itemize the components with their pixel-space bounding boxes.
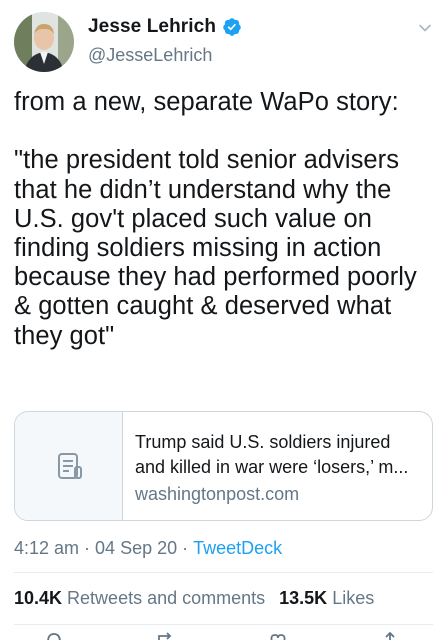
- tweet-text: from a new, separate WaPo story: "the pr…: [14, 88, 417, 350]
- action-bar: [0, 632, 447, 640]
- tweet-source-link[interactable]: TweetDeck: [193, 538, 282, 559]
- tweet-metadata: 4:12 am · 04 Sep 20 · TweetDeck: [14, 538, 282, 559]
- tweet-time[interactable]: 4:12 am: [14, 538, 79, 559]
- card-thumbnail: [15, 412, 123, 520]
- document-icon: [57, 453, 82, 479]
- likes-label[interactable]: Likes: [332, 588, 374, 609]
- card-domain: washingtonpost.com: [135, 484, 300, 504]
- profile-photo-icon: [14, 12, 74, 72]
- author-name-row: Jesse Lehrich: [88, 16, 242, 38]
- divider: [14, 572, 433, 573]
- author-handle[interactable]: @JesseLehrich: [88, 45, 212, 66]
- chevron-down-icon[interactable]: [417, 20, 433, 36]
- reply-icon[interactable]: [44, 632, 64, 640]
- likes-count[interactable]: 13.5K: [279, 588, 327, 609]
- meta-separator: ·: [182, 538, 189, 558]
- verified-badge-icon: [223, 18, 241, 36]
- retweet-icon[interactable]: [156, 632, 176, 640]
- retweets-count[interactable]: 10.4K: [14, 588, 62, 609]
- divider: [14, 624, 433, 625]
- card-title[interactable]: Trump said U.S. soldiers injured and kil…: [135, 430, 420, 480]
- like-icon[interactable]: [268, 632, 288, 640]
- tweet-date[interactable]: 04 Sep 20: [95, 538, 177, 559]
- avatar[interactable]: [14, 12, 74, 72]
- retweets-label[interactable]: Retweets and comments: [67, 588, 265, 609]
- tweet-header: Jesse Lehrich @JesseLehrich: [0, 0, 447, 80]
- tweet-stats: 10.4K Retweets and comments 13.5K Likes: [14, 588, 374, 609]
- author-display-name[interactable]: Jesse Lehrich: [88, 16, 216, 38]
- meta-separator: ·: [84, 538, 91, 558]
- card-body: Trump said U.S. soldiers injured and kil…: [123, 412, 432, 520]
- share-icon[interactable]: [380, 632, 400, 640]
- link-card[interactable]: Trump said U.S. soldiers injured and kil…: [14, 411, 433, 521]
